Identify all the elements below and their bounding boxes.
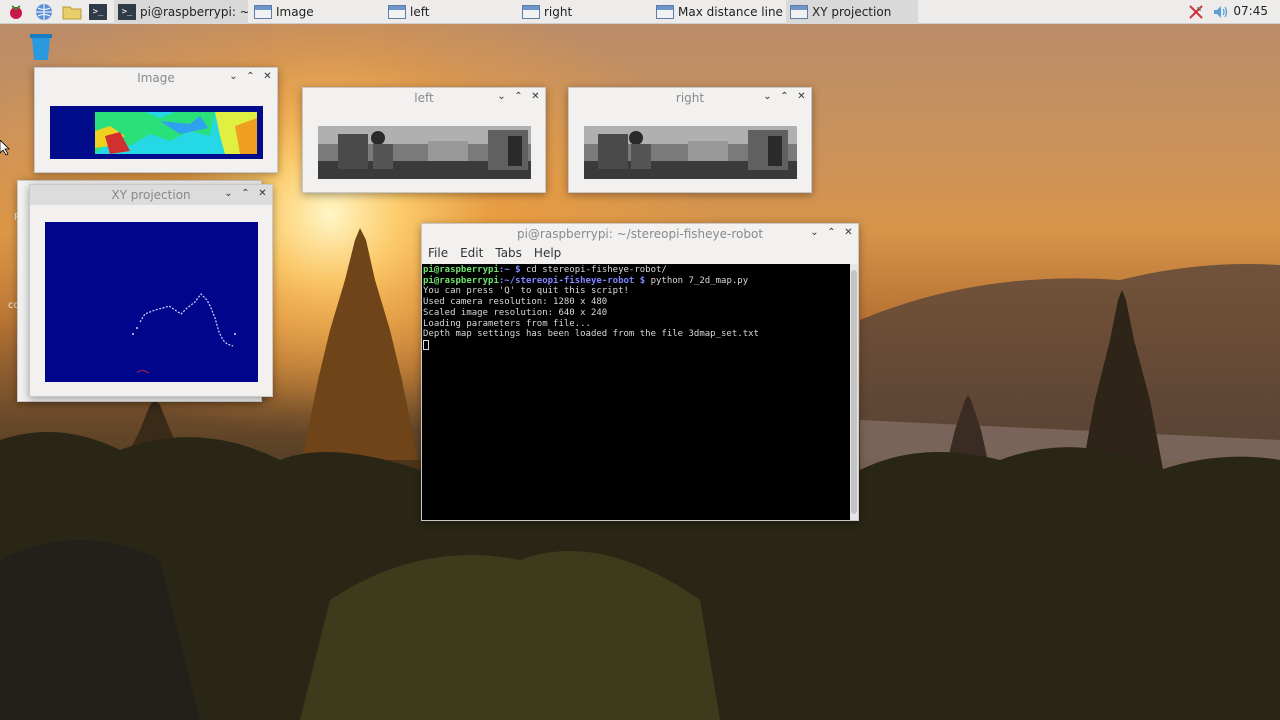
- maximize-icon[interactable]: ⌃: [826, 227, 837, 239]
- globe-icon[interactable]: [32, 0, 56, 24]
- taskbar: >_ >_ pi@raspberrypi: ~/ste... Image lef…: [0, 0, 1280, 24]
- terminal-menubar: File Edit Tabs Help: [422, 244, 858, 262]
- maximize-icon[interactable]: ⌃: [245, 71, 256, 83]
- mouse-cursor-icon: [0, 139, 10, 156]
- clock: 07:45: [1233, 4, 1268, 18]
- minimize-icon[interactable]: ⌄: [762, 91, 773, 103]
- terminal-icon[interactable]: >_: [86, 0, 110, 24]
- close-icon[interactable]: ✕: [530, 91, 541, 103]
- terminal-line: Scaled image resolution: 640 x 240: [423, 307, 608, 318]
- right-camera-window[interactable]: right ⌄ ⌃ ✕: [568, 87, 812, 193]
- image-window[interactable]: Image ⌄ ⌃ ✕: [34, 67, 278, 173]
- scrollbar-thumb[interactable]: [851, 270, 857, 514]
- window-icon: [790, 5, 808, 19]
- terminal-line: You can press 'Q' to quit this script!: [423, 286, 629, 297]
- close-icon[interactable]: ✕: [843, 227, 854, 239]
- minimize-icon[interactable]: ⌄: [223, 188, 234, 200]
- maximize-icon[interactable]: ⌃: [779, 91, 790, 103]
- window-titlebar[interactable]: Image ⌄ ⌃ ✕: [35, 68, 277, 88]
- terminal-output[interactable]: pi@raspberrypi:~ $ cd stereopi-fisheye-r…: [422, 264, 850, 520]
- right-camera-image: [584, 126, 797, 179]
- terminal-icon: >_: [118, 4, 136, 20]
- window-titlebar[interactable]: right ⌄ ⌃ ✕: [569, 88, 811, 108]
- window-titlebar[interactable]: left ⌄ ⌃ ✕: [303, 88, 545, 108]
- maximize-icon[interactable]: ⌃: [513, 91, 524, 103]
- terminal-line: pi@raspberrypi:~ $ cd stereopi-fisheye-r…: [423, 265, 667, 275]
- taskbar-item-xy-projection[interactable]: XY projection: [786, 0, 918, 24]
- close-icon[interactable]: ✕: [257, 188, 268, 200]
- terminal-cursor: [423, 339, 429, 350]
- terminal-window[interactable]: pi@raspberrypi: ~/stereopi-fisheye-robot…: [421, 223, 859, 521]
- volume-icon[interactable]: [1212, 4, 1230, 20]
- taskbar-item-left[interactable]: left: [384, 0, 516, 24]
- xy-projection-image: [45, 222, 258, 382]
- taskbar-item-image[interactable]: Image: [250, 0, 382, 24]
- terminal-line: pi@raspberrypi:~/stereopi-fisheye-robot …: [423, 275, 749, 286]
- minimize-icon[interactable]: ⌄: [809, 227, 820, 239]
- taskbar-item-right[interactable]: right: [518, 0, 650, 24]
- close-icon[interactable]: ✕: [262, 71, 273, 83]
- menu-help[interactable]: Help: [534, 246, 561, 260]
- terminal-scrollbar[interactable]: [850, 264, 858, 520]
- terminal-line: Depth map settings has been loaded from …: [423, 329, 759, 340]
- trash-icon[interactable]: [27, 30, 55, 62]
- taskbar-item-max-distance-line[interactable]: Max distance line: [652, 0, 784, 24]
- window-icon: [388, 5, 406, 19]
- depth-map-image: [50, 106, 263, 159]
- window-icon: [656, 5, 674, 19]
- window-icon: [254, 5, 272, 19]
- folder-icon[interactable]: [60, 0, 84, 24]
- left-camera-window[interactable]: left ⌄ ⌃ ✕: [302, 87, 546, 193]
- terminal-cursor-line: [423, 339, 849, 351]
- menu-tabs[interactable]: Tabs: [495, 246, 522, 260]
- menu-file[interactable]: File: [428, 246, 448, 260]
- xy-projection-window[interactable]: XY projection ⌄ ⌃ ✕: [29, 184, 273, 397]
- close-icon[interactable]: ✕: [796, 91, 807, 103]
- window-titlebar[interactable]: pi@raspberrypi: ~/stereopi-fisheye-robot…: [422, 224, 858, 244]
- maximize-icon[interactable]: ⌃: [240, 188, 251, 200]
- terminal-line: Loading parameters from file...: [423, 318, 591, 329]
- left-camera-image: [318, 126, 531, 179]
- minimize-icon[interactable]: ⌄: [228, 71, 239, 83]
- minimize-icon[interactable]: ⌄: [496, 91, 507, 103]
- window-titlebar[interactable]: XY projection ⌄ ⌃ ✕: [30, 185, 272, 205]
- network-icon[interactable]: [1188, 4, 1204, 20]
- menu-edit[interactable]: Edit: [460, 246, 483, 260]
- window-icon: [522, 5, 540, 19]
- terminal-line: Used camera resolution: 1280 x 480: [423, 297, 608, 308]
- raspberry-icon[interactable]: [4, 0, 28, 24]
- taskbar-item-terminal[interactable]: >_ pi@raspberrypi: ~/ste...: [114, 0, 248, 24]
